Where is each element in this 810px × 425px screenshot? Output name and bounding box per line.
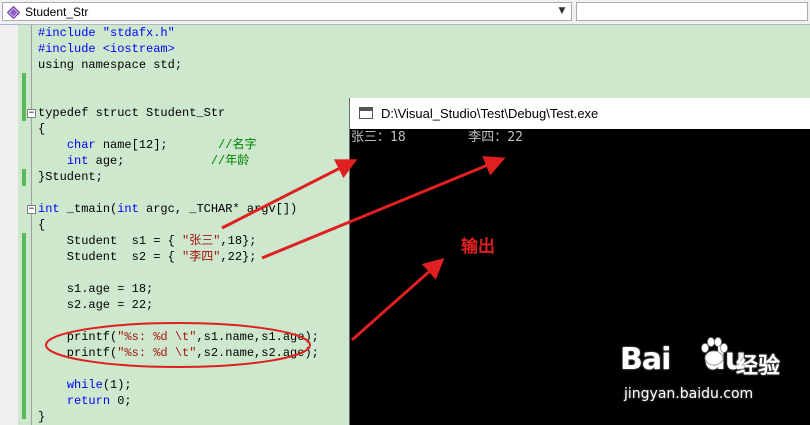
annotation-label: 输出: [461, 237, 495, 257]
watermark-brand-a: Bai: [620, 342, 671, 377]
watermark-jingyan: 经验: [736, 354, 781, 379]
arrow-to-output-1: [221, 159, 358, 230]
paw-logo-icon: [701, 337, 728, 366]
watermark-url: jingyan.baidu.com: [624, 386, 754, 402]
arrow-to-label: [351, 258, 445, 342]
baidu-watermark: Bai du 经验 jingyan.baidu.com: [620, 337, 800, 410]
highlight-ellipse: [45, 322, 311, 368]
